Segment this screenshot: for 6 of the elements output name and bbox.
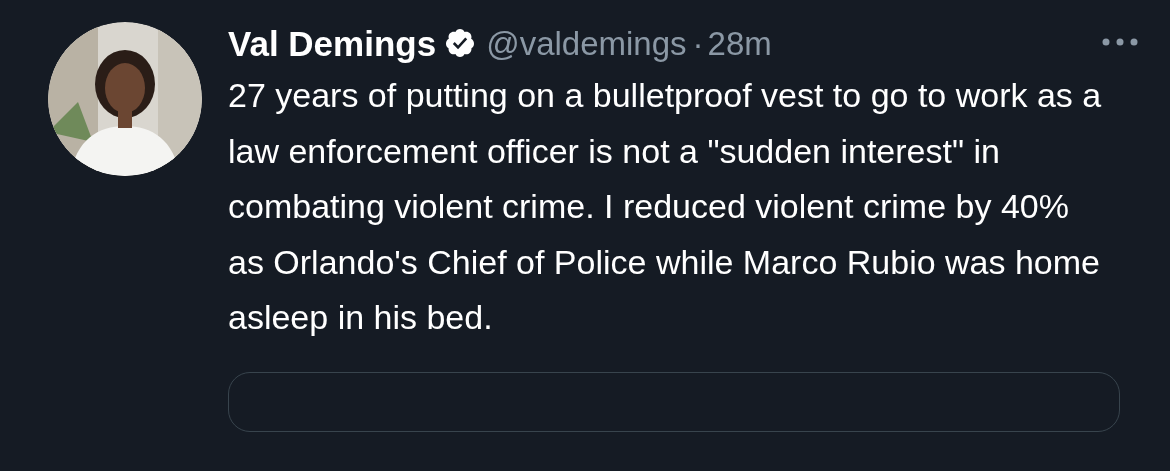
tweet-text: 27 years of putting on a bulletproof vest to go to work as a law enforcement officer is not a "sudden interest" in combating violent crime. I reduced violent crime by 40% as Orlando's Chief of Police while Marco Rubio was home asleep in his bed.	[228, 75, 1103, 338]
separator: ·	[692, 26, 704, 60]
author-name[interactable]: Val Demings	[228, 25, 437, 61]
author-handle[interactable]: @valdemings	[486, 26, 687, 60]
more-icon[interactable]	[1102, 38, 1138, 46]
timestamp[interactable]: 28m	[707, 26, 772, 60]
